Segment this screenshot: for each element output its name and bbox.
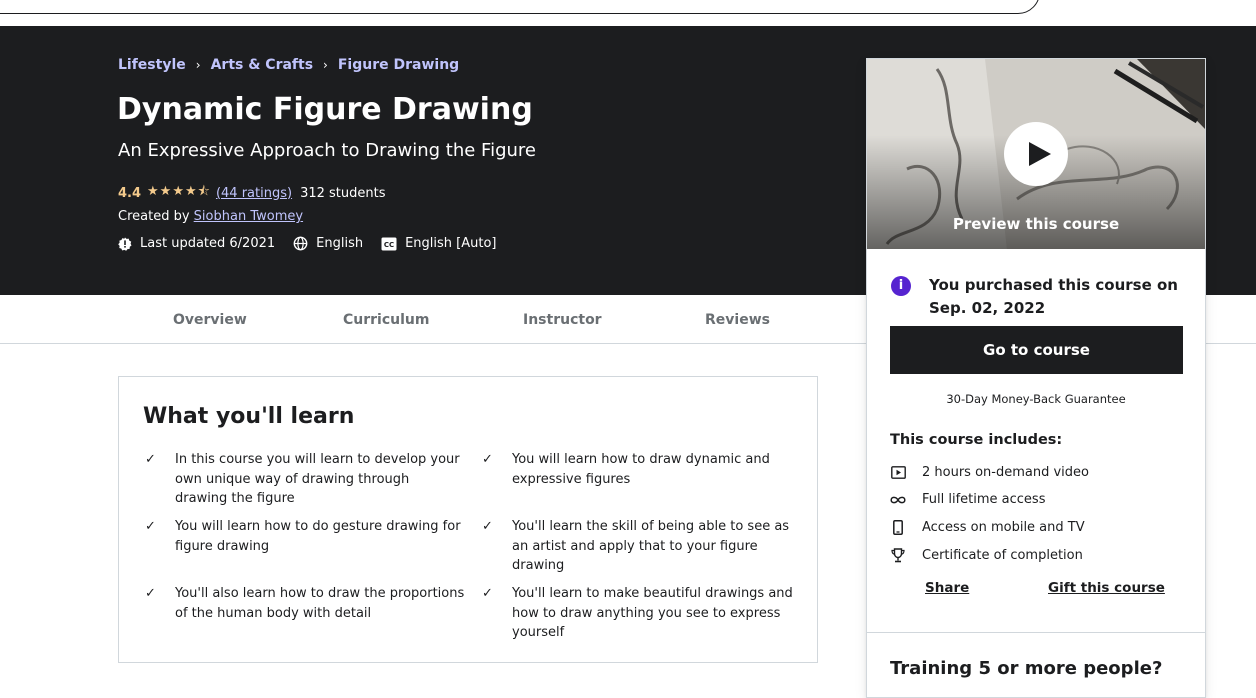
globe-icon [293, 236, 308, 251]
go-to-course-button[interactable]: Go to course [890, 326, 1183, 374]
breadcrumb-arts-crafts[interactable]: Arts & Crafts [211, 57, 313, 73]
money-back-guarantee: 30-Day Money-Back Guarantee [946, 392, 1126, 406]
purchased-text: You purchased this course on Sep. 02, 20… [929, 276, 1178, 317]
closed-captions-icon: CC [381, 237, 397, 250]
include-item-mobile: Access on mobile and TV [890, 520, 1085, 535]
preview-label[interactable]: Preview this course [867, 215, 1205, 233]
author-link[interactable]: Siobhan Twomey [194, 209, 303, 224]
infinity-icon [890, 495, 906, 505]
include-label: 2 hours on-demand video [922, 465, 1089, 480]
learn-item: ✓ You'll learn the skill of being able t… [482, 517, 802, 576]
search-bar-edge[interactable] [0, 0, 1040, 14]
gift-course-button[interactable]: Gift this course [1048, 580, 1165, 596]
learn-item-text: In this course you will learn to develop… [175, 452, 460, 506]
last-updated: Last updated 6/2021 [118, 236, 275, 251]
breadcrumb: Lifestyle › Arts & Crafts › Figure Drawi… [118, 57, 459, 73]
learn-item: ✓ You will learn how to do gesture drawi… [145, 517, 465, 556]
what-youll-learn-box: What you'll learn ✓ In this course you w… [118, 376, 818, 663]
includes-title: This course includes: [890, 432, 1063, 448]
training-heading: Training 5 or more people? [890, 658, 1163, 679]
alert-badge-icon [118, 237, 132, 251]
check-icon: ✓ [482, 586, 493, 601]
include-item-video: 2 hours on-demand video [890, 465, 1089, 480]
purchase-sidebar-card: Preview this course i You purchased this… [866, 58, 1206, 698]
language: English [293, 236, 363, 251]
learn-item-text: You'll also learn how to draw the propor… [175, 586, 465, 621]
language-text: English [316, 236, 364, 251]
learn-item-text: You'll learn the skill of being able to … [512, 519, 790, 573]
trophy-icon [890, 548, 906, 563]
include-label: Certificate of completion [922, 548, 1083, 563]
learn-item-text: You will learn how to draw dynamic and e… [512, 452, 770, 487]
rating-row: 4.4 ★★★★⯪ (44 ratings) 312 students [118, 182, 386, 204]
learn-item: ✓ In this course you will learn to devel… [145, 450, 465, 509]
ratings-count-link[interactable]: (44 ratings) [216, 186, 292, 201]
svg-text:CC: CC [384, 241, 394, 249]
tab-instructor[interactable]: Instructor [523, 312, 602, 328]
play-icon[interactable] [1004, 122, 1068, 186]
rating-value: 4.4 [118, 185, 142, 201]
video-icon [890, 466, 906, 479]
chevron-right-icon: › [323, 58, 328, 72]
card-divider [867, 632, 1205, 633]
tab-curriculum[interactable]: Curriculum [343, 312, 429, 328]
breadcrumb-figure-drawing[interactable]: Figure Drawing [338, 57, 459, 73]
top-search-strip [0, 0, 1256, 26]
course-preview-video[interactable]: Preview this course [867, 59, 1205, 249]
tab-reviews[interactable]: Reviews [705, 312, 770, 328]
tab-overview[interactable]: Overview [173, 312, 247, 328]
chevron-right-icon: › [195, 58, 201, 72]
learn-item-text: You will learn how to do gesture drawing… [175, 519, 461, 554]
include-item-certificate: Certificate of completion [890, 548, 1083, 563]
check-icon: ✓ [482, 519, 493, 534]
learn-item: ✓ You will learn how to draw dynamic and… [482, 450, 802, 489]
check-icon: ✓ [145, 519, 156, 534]
course-title: Dynamic Figure Drawing [117, 92, 533, 127]
learn-item: ✓ You'll also learn how to draw the prop… [145, 584, 465, 623]
check-icon: ✓ [145, 452, 156, 467]
include-label: Full lifetime access [922, 492, 1046, 507]
learn-item: ✓ You'll learn to make beautiful drawing… [482, 584, 802, 643]
check-icon: ✓ [482, 452, 493, 467]
purchased-notice: i You purchased this course on Sep. 02, … [891, 274, 1191, 320]
captions: CC English [Auto] [381, 236, 497, 251]
created-by-row: Created by Siobhan Twomey [118, 209, 303, 224]
share-button[interactable]: Share [925, 580, 969, 596]
last-updated-text: Last updated 6/2021 [140, 236, 276, 251]
learn-title: What you'll learn [143, 404, 355, 429]
check-icon: ✓ [145, 586, 156, 601]
info-icon: i [891, 276, 911, 296]
captions-text: English [Auto] [405, 236, 497, 251]
include-item-lifetime: Full lifetime access [890, 492, 1045, 507]
breadcrumb-lifestyle[interactable]: Lifestyle [118, 57, 186, 73]
students-count: 312 students [300, 185, 386, 201]
mobile-icon [890, 520, 906, 535]
course-subtitle: An Expressive Approach to Drawing the Fi… [118, 140, 536, 161]
course-meta-row: Last updated 6/2021 English CC English [… [118, 236, 515, 251]
learn-item-text: You'll learn to make beautiful drawings … [512, 586, 793, 640]
star-rating-icon: ★★★★⯪ [147, 184, 211, 199]
created-by-label: Created by [118, 209, 190, 224]
include-label: Access on mobile and TV [922, 520, 1085, 535]
